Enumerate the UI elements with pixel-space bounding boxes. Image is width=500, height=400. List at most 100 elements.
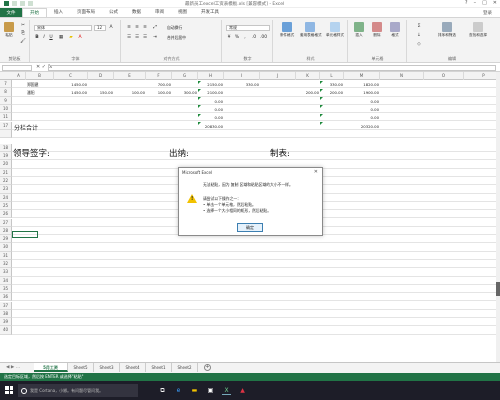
row-header[interactable]: 19 [0,152,12,161]
table-cell[interactable]: 1900.00 [345,90,379,95]
cell-styles-button[interactable]: 单元格样式 [324,22,346,38]
align-center-icon[interactable]: ☰ [134,35,140,40]
undo-icon[interactable] [20,1,25,6]
row-header[interactable]: 17 [0,121,12,130]
copy-icon[interactable]: ⎘ [20,31,26,36]
column-header[interactable]: H [198,72,224,80]
italic-button[interactable]: I [41,35,47,40]
row-header[interactable]: 37 [0,301,12,310]
column-header[interactable]: C [54,72,88,80]
table-cell[interactable]: 2150.00 [199,82,223,87]
bold-button[interactable]: B [34,35,40,40]
maximize-button[interactable]: □ [482,0,487,6]
column-header[interactable]: G [172,72,198,80]
find-select-button[interactable]: 查找和选择 [464,22,492,38]
task-view-icon[interactable]: ⧉ [158,386,167,395]
sheet-tab[interactable]: Sheet2 [172,363,198,372]
row-header[interactable]: 38 [0,309,12,319]
excel-taskbar-icon[interactable]: X [222,386,231,395]
font-color-icon[interactable]: A [77,35,83,40]
row-header[interactable]: 27 [0,218,12,227]
orientation-icon[interactable]: ⤢ [152,25,158,30]
align-middle-icon[interactable]: ≡ [134,25,140,30]
store-icon[interactable]: ▣ [206,386,215,395]
dialog-close-button[interactable]: ✕ [314,169,318,175]
borders-icon[interactable]: ▦ [58,35,64,40]
percent-icon[interactable]: % [234,35,240,40]
font-name-select[interactable]: 宋体 [34,25,92,31]
tab-page-layout[interactable]: 页面布局 [70,8,102,17]
edge-icon[interactable]: e [174,386,183,395]
sheet-tab[interactable]: 5月工资 [34,363,68,372]
add-sheet-button[interactable]: + [204,364,211,371]
column-header[interactable]: B [26,72,54,80]
tab-file[interactable]: 文件 [0,8,22,17]
sheet-nav-arrows[interactable]: ◀ ▶ … [6,365,20,370]
tab-developer[interactable]: 开发工具 [194,8,226,17]
row-header[interactable]: 30 [0,243,12,252]
align-top-icon[interactable]: ≡ [126,25,132,30]
row-header[interactable]: 36 [0,293,12,302]
row-header[interactable]: 24 [0,193,12,202]
table-cell[interactable]: 100.00 [147,90,171,95]
tab-formulas[interactable]: 公式 [102,8,125,17]
vertical-scrollbar[interactable] [496,72,500,362]
sort-filter-button[interactable]: 排序和筛选 [434,22,460,38]
cancel-icon[interactable]: ✕ [36,64,40,70]
table-cell[interactable]: 20830.00 [199,124,223,129]
selected-cell[interactable] [12,231,38,238]
table-cell[interactable]: 300.00 [173,90,197,95]
row-header[interactable]: 33 [0,268,12,277]
row-header[interactable]: 35 [0,284,12,294]
tab-review[interactable]: 审阅 [148,8,171,17]
format-cells-button[interactable]: 格式 [388,22,402,38]
table-cell[interactable]: 200.00 [321,90,343,95]
merge-center-button[interactable]: 合并后居中 [167,35,186,41]
paste-button[interactable]: 粘贴 [2,22,16,38]
table-cell[interactable]: 1450.00 [55,90,87,95]
column-header[interactable]: P [464,72,496,80]
grow-font-icon[interactable]: A [108,25,114,30]
row-header[interactable]: 21 [0,168,12,177]
row-header[interactable]: 22 [0,177,12,186]
row-header[interactable]: 23 [0,185,12,194]
row-header[interactable]: 26 [0,210,12,219]
row-header[interactable]: 9 [0,96,12,105]
table-cell[interactable]: 0.00 [199,115,223,120]
table-cell[interactable]: 郑国建 [27,82,53,88]
column-header[interactable]: O [424,72,464,80]
scrollbar-thumb[interactable] [496,282,500,296]
increase-decimal-icon[interactable]: .0 [251,35,257,40]
number-format-select[interactable]: 常规 [226,25,270,31]
name-box[interactable] [2,65,32,71]
table-format-button[interactable]: 套用表格格式 [300,22,322,38]
align-bottom-icon[interactable]: ≡ [142,25,148,30]
table-cell[interactable]: 0.00 [345,107,379,112]
font-size-select[interactable]: 12 [94,25,106,31]
redo-icon[interactable] [28,1,33,6]
help-button[interactable]: ? [465,0,468,6]
table-cell[interactable]: 0.00 [199,107,223,112]
table-cell[interactable]: 0.00 [345,115,379,120]
delete-cells-button[interactable]: 删除 [370,22,384,38]
table-cell[interactable]: 100.00 [115,90,145,95]
format-painter-icon[interactable]: 🖌 [20,39,26,44]
table-cell[interactable]: 200.00 [297,90,319,95]
tab-view[interactable]: 视图 [171,8,194,17]
insert-cells-button[interactable]: 插入 [352,22,366,38]
tab-home[interactable]: 开始 [22,8,47,17]
row-header[interactable]: 28 [0,226,12,236]
row-header[interactable]: 32 [0,260,12,269]
row-header[interactable]: 31 [0,251,12,260]
column-header[interactable]: N [380,72,424,80]
app-taskbar-icon[interactable]: ▲ [238,386,247,395]
enter-icon[interactable]: ✓ [42,64,46,70]
row-header[interactable]: 40 [0,326,12,335]
wrap-text-button[interactable]: 自动换行 [167,25,182,31]
table-cell[interactable]: 0.00 [345,99,379,104]
table-cell[interactable]: 330.00 [321,82,343,87]
row-header[interactable]: 18 [0,143,12,153]
row-header[interactable]: 29 [0,235,12,244]
sheet-tab[interactable]: Sheet1 [146,363,172,372]
column-header[interactable]: E [114,72,146,80]
